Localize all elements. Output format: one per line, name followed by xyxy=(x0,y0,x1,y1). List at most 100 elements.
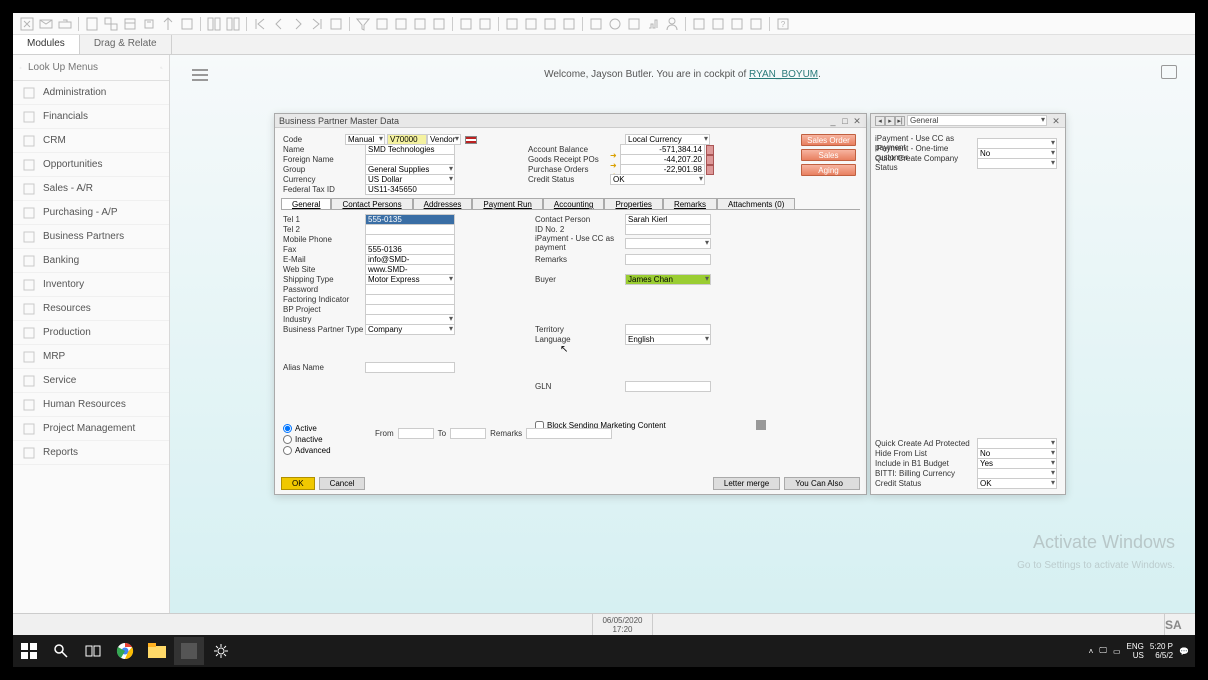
you-can-also-button[interactable]: You Can Also xyxy=(784,477,860,490)
gln-input[interactable] xyxy=(625,381,711,392)
toolbar-icon[interactable] xyxy=(458,16,474,32)
toolbar-icon[interactable] xyxy=(710,16,726,32)
ipayment-dropdown[interactable] xyxy=(625,238,711,249)
tab-remarks[interactable]: Remarks xyxy=(663,198,717,209)
toolbar-icon[interactable] xyxy=(19,16,35,32)
chart-icon[interactable] xyxy=(706,145,714,155)
toolbar-icon[interactable] xyxy=(691,16,707,32)
to-input[interactable] xyxy=(450,428,486,439)
quick-company-dropdown[interactable] xyxy=(977,158,1057,169)
toolbar-icon[interactable] xyxy=(84,16,100,32)
ok-button[interactable]: OK xyxy=(281,477,315,490)
cancel-button[interactable]: Cancel xyxy=(319,477,366,490)
tray-lang[interactable]: ENG xyxy=(1127,642,1144,651)
toolbar-icon[interactable] xyxy=(626,16,642,32)
toolbar-icon[interactable] xyxy=(160,16,176,32)
tab-contact-persons[interactable]: Contact Persons xyxy=(331,198,412,209)
remarks2-input[interactable] xyxy=(526,428,612,439)
alias-input[interactable] xyxy=(365,362,455,373)
language-dropdown[interactable]: English xyxy=(625,334,711,345)
search-icon[interactable] xyxy=(160,62,163,74)
sidebar-item[interactable]: Resources xyxy=(13,297,169,321)
toolbar-icon[interactable] xyxy=(607,16,623,32)
from-input[interactable] xyxy=(398,428,434,439)
federal-tax-input[interactable]: US11-345650 xyxy=(365,184,455,195)
settings-icon[interactable] xyxy=(206,637,236,665)
aging-button[interactable]: Aging xyxy=(801,164,856,176)
toolbar-icon[interactable] xyxy=(504,16,520,32)
tray-notification-icon[interactable]: 💬 xyxy=(1179,647,1189,656)
nav-next-icon[interactable] xyxy=(290,16,306,32)
sales-opp-button[interactable]: Sales Opportunity xyxy=(801,149,856,161)
toolbar-icon[interactable] xyxy=(588,16,604,32)
sidebar-item[interactable]: Project Management xyxy=(13,417,169,441)
active-radio[interactable]: Active xyxy=(283,424,317,433)
chart-icon[interactable] xyxy=(706,165,714,175)
tray-chevron-icon[interactable]: ˄ xyxy=(1089,647,1094,656)
sidebar-item[interactable]: Business Partners xyxy=(13,225,169,249)
sales-order-button[interactable]: Sales Order xyxy=(801,134,856,146)
toolbar-icon[interactable] xyxy=(523,16,539,32)
side-credit-status-dropdown[interactable]: OK xyxy=(977,478,1057,489)
toolbar-icon[interactable] xyxy=(542,16,558,32)
tab-general[interactable]: General xyxy=(281,198,331,209)
explorer-icon[interactable] xyxy=(142,637,172,665)
toolbar-icon[interactable] xyxy=(38,16,54,32)
filter-icon[interactable] xyxy=(355,16,371,32)
gray-box-icon[interactable] xyxy=(756,420,766,430)
toolbar-icon[interactable] xyxy=(374,16,390,32)
sidebar-item[interactable]: Human Resources xyxy=(13,393,169,417)
toolbar-icon[interactable] xyxy=(393,16,409,32)
toolbar-icon[interactable] xyxy=(206,16,222,32)
toolbar-icon[interactable] xyxy=(328,16,344,32)
sidebar-item[interactable]: Administration xyxy=(13,81,169,105)
remarks-input[interactable] xyxy=(625,254,711,265)
side-panel-dropdown[interactable]: General xyxy=(907,115,1047,126)
bp-type-dropdown[interactable]: Company xyxy=(365,324,455,335)
toolbar-icon[interactable] xyxy=(103,16,119,32)
toolbar-icon[interactable] xyxy=(431,16,447,32)
nav-prev-icon[interactable]: ◂ xyxy=(875,116,885,126)
toolbar-icon[interactable] xyxy=(477,16,493,32)
tab-addresses[interactable]: Addresses xyxy=(413,198,473,209)
toolbar-icon[interactable] xyxy=(748,16,764,32)
sidebar-item[interactable]: Sales - A/R xyxy=(13,177,169,201)
arrow-link-icon[interactable] xyxy=(610,145,620,155)
task-view-button[interactable] xyxy=(78,637,108,665)
toolbar-icon[interactable] xyxy=(57,16,73,32)
toolbar-icon[interactable] xyxy=(561,16,577,32)
chrome-icon[interactable] xyxy=(110,637,140,665)
close-icon[interactable]: ✕ xyxy=(1051,116,1061,126)
toolbar-icon[interactable] xyxy=(412,16,428,32)
tray-cast-icon[interactable]: ▭ xyxy=(1113,647,1121,656)
search-input[interactable] xyxy=(28,62,160,73)
sidebar-item[interactable]: Financials xyxy=(13,105,169,129)
nav-prev-icon[interactable] xyxy=(271,16,287,32)
sidebar-item[interactable]: Reports xyxy=(13,441,169,465)
sidebar-item[interactable]: Purchasing - A/P xyxy=(13,201,169,225)
toolbar-icon[interactable] xyxy=(122,16,138,32)
tab-attachments[interactable]: Attachments (0) xyxy=(717,198,795,209)
start-button[interactable] xyxy=(14,637,44,665)
search-button[interactable] xyxy=(46,637,76,665)
tab-properties[interactable]: Properties xyxy=(604,198,662,209)
toolbar-icon[interactable] xyxy=(225,16,241,32)
nav-end-icon[interactable]: ▸| xyxy=(895,116,905,126)
toolbar-icon[interactable] xyxy=(645,16,661,32)
sidebar-item[interactable]: CRM xyxy=(13,129,169,153)
chart-icon[interactable] xyxy=(706,155,714,165)
maximize-icon[interactable]: □ xyxy=(840,116,850,126)
sidebar-item[interactable]: MRP xyxy=(13,345,169,369)
sidebar-item[interactable]: Production xyxy=(13,321,169,345)
tray-display-icon[interactable]: 🖵 xyxy=(1099,646,1107,656)
sidebar-item[interactable]: Opportunities xyxy=(13,153,169,177)
help-icon[interactable]: ? xyxy=(775,16,791,32)
minimize-icon[interactable]: _ xyxy=(828,116,838,126)
toolbar-icon[interactable] xyxy=(141,16,157,32)
toolbar-icon[interactable] xyxy=(179,16,195,32)
taskbar-app-icon[interactable] xyxy=(174,637,204,665)
letter-merge-button[interactable]: Letter merge xyxy=(713,477,780,490)
tab-payment-run[interactable]: Payment Run xyxy=(472,198,542,209)
sidebar-item[interactable]: Service xyxy=(13,369,169,393)
tab-drag-relate[interactable]: Drag & Relate xyxy=(80,35,172,54)
